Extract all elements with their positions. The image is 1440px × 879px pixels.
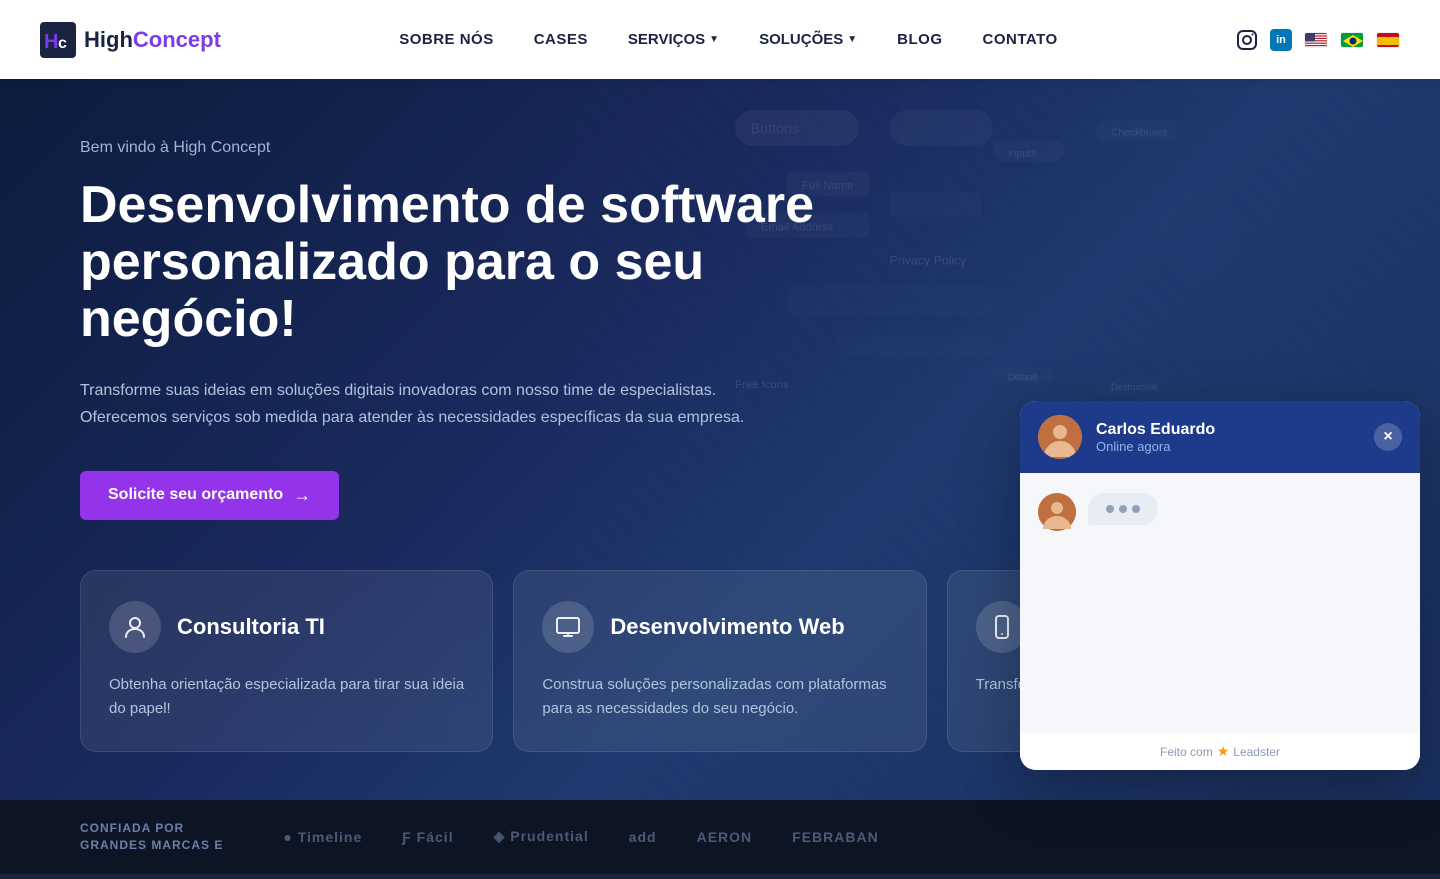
- hero-subtitle: Bem vindo à High Concept: [80, 139, 860, 157]
- nav-blog[interactable]: BLOG: [897, 31, 942, 48]
- brand-logos: ● Timeline Ƒ Fácil ◈ Prudential add AERO…: [283, 828, 878, 845]
- navbar: H c HighConcept SOBRE NÓS CASES SERVIÇOS…: [0, 0, 1440, 79]
- nav-right: in: [1236, 29, 1400, 51]
- instagram-icon[interactable]: [1236, 29, 1258, 51]
- web-icon: [542, 601, 594, 653]
- flag-us[interactable]: [1304, 32, 1328, 48]
- cta-button[interactable]: Solicite seu orçamento →: [80, 471, 339, 520]
- nav-contato[interactable]: CONTATO: [983, 31, 1058, 48]
- bottom-bar: CONFIADA POR GRANDES MARCAS E ● Timeline…: [0, 800, 1440, 874]
- web-title: Desenvolvimento Web: [610, 614, 844, 640]
- brand-facil: Ƒ Fácil: [402, 829, 453, 845]
- nav-cases[interactable]: CASES: [534, 31, 588, 48]
- hero-description: Transforme suas ideias em soluções digit…: [80, 377, 800, 431]
- service-header-web: Desenvolvimento Web: [542, 601, 897, 653]
- solucoes-chevron: ▼: [847, 34, 857, 45]
- logo-icon: H c: [40, 22, 76, 58]
- typing-dot-3: [1132, 505, 1140, 513]
- cta-label: Solicite seu orçamento: [108, 486, 283, 504]
- typing-dot-1: [1106, 505, 1114, 513]
- hero-title: Desenvolvimento de software personalizad…: [80, 177, 860, 349]
- cta-arrow: →: [293, 485, 311, 506]
- nav-servicos[interactable]: SERVIÇOS ▼: [628, 31, 719, 48]
- nav-links: SOBRE NÓS CASES SERVIÇOS ▼ SOLUÇÕES ▼ BL…: [399, 31, 1057, 48]
- chat-agent-avatar: [1038, 415, 1082, 459]
- star-icon: ★: [1217, 743, 1230, 760]
- chat-body-avatar: [1038, 493, 1076, 531]
- service-card-consultoria: Consultoria TI Obtenha orientação especi…: [80, 570, 493, 752]
- footer-text: Feito com: [1160, 745, 1213, 759]
- flag-br[interactable]: [1340, 32, 1364, 48]
- svg-text:c: c: [58, 35, 67, 52]
- chat-status: Online agora: [1096, 439, 1360, 454]
- brand-prudential: ◈ Prudential: [494, 828, 589, 845]
- servicos-chevron: ▼: [709, 34, 719, 45]
- service-card-web: Desenvolvimento Web Construa soluções pe…: [513, 570, 926, 752]
- confiada-label: CONFIADA POR GRANDES MARCAS E: [80, 820, 223, 854]
- brand-aeron: AERON: [697, 829, 753, 845]
- chat-footer: Feito com ★ Leadster: [1020, 733, 1420, 770]
- logo[interactable]: H c HighConcept: [40, 22, 221, 58]
- brand-febraban: FEBRABAN: [792, 829, 879, 845]
- svg-text:H: H: [44, 31, 58, 53]
- brand-timeline: ● Timeline: [283, 829, 362, 845]
- chat-header: Carlos Eduardo Online agora ×: [1020, 401, 1420, 473]
- leadster-brand: Leadster: [1233, 745, 1280, 759]
- chat-body: [1020, 473, 1420, 733]
- chat-user-name: Carlos Eduardo: [1096, 421, 1360, 439]
- typing-dot-2: [1119, 505, 1127, 513]
- leadster-badge: Feito com ★ Leadster: [1160, 743, 1280, 760]
- nav-sobre-nos[interactable]: SOBRE NÓS: [399, 31, 494, 48]
- consultoria-desc: Obtenha orientação especializada para ti…: [109, 673, 464, 721]
- chat-widget: Carlos Eduardo Online agora × Feito com …: [1020, 401, 1420, 770]
- nav-solucoes[interactable]: SOLUÇÕES ▼: [759, 31, 857, 48]
- chat-close-button[interactable]: ×: [1374, 423, 1402, 451]
- linkedin-icon[interactable]: in: [1270, 29, 1292, 51]
- service-header-consultoria: Consultoria TI: [109, 601, 464, 653]
- chat-typing-indicator: [1088, 493, 1158, 525]
- logo-text: HighConcept: [84, 27, 221, 53]
- brand-add: add: [629, 829, 657, 845]
- flag-es[interactable]: [1376, 32, 1400, 48]
- chat-user-info: Carlos Eduardo Online agora: [1096, 421, 1360, 454]
- consultoria-icon: [109, 601, 161, 653]
- web-desc: Construa soluções personalizadas com pla…: [542, 673, 897, 721]
- hero-content: Bem vindo à High Concept Desenvolvimento…: [80, 139, 860, 520]
- consultoria-title: Consultoria TI: [177, 614, 325, 640]
